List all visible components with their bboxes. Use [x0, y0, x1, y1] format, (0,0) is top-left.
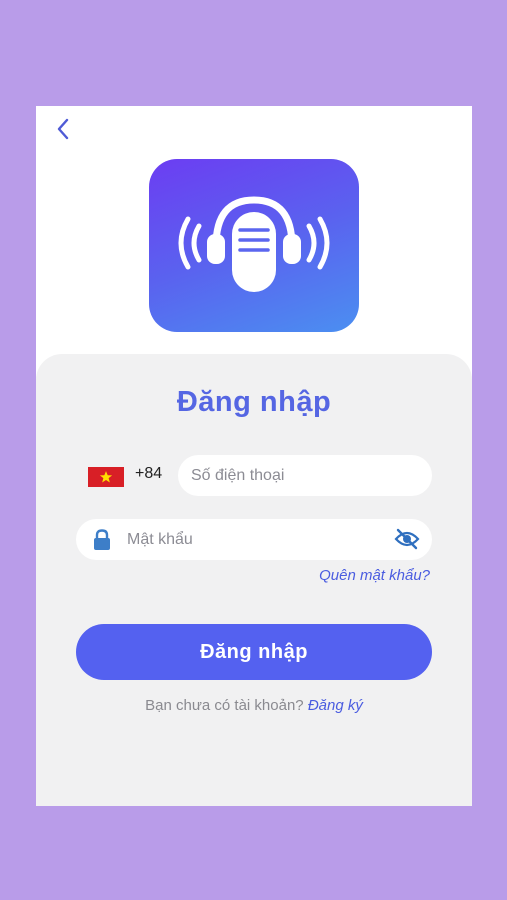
country-code[interactable]: +84: [135, 465, 162, 483]
no-account-text: Bạn chưa có tài khoản?: [145, 697, 304, 714]
password-placeholder: Mật khẩu: [127, 530, 193, 548]
phone-number-input[interactable]: Số điện thoại: [178, 455, 432, 496]
signup-link[interactable]: Đăng ký: [308, 697, 363, 714]
login-card: Đăng nhập +84 Số điện thoại Mật khẩu Quê…: [36, 354, 472, 806]
lock-icon: [94, 528, 110, 550]
login-screen: Đăng nhập +84 Số điện thoại Mật khẩu Quê…: [36, 106, 472, 806]
app-logo: [149, 159, 359, 332]
eye-off-icon[interactable]: [394, 528, 420, 550]
signup-prompt: Bạn chưa có tài khoản? Đăng ký: [36, 697, 472, 714]
password-input[interactable]: Mật khẩu: [76, 519, 432, 560]
page-title: Đăng nhập: [176, 386, 332, 418]
vietnam-flag-icon[interactable]: [88, 467, 124, 487]
chevron-left-icon: [57, 118, 69, 140]
login-button[interactable]: Đăng nhập: [76, 624, 432, 680]
headphones-microphone-icon: [178, 195, 330, 292]
star-icon: [99, 471, 113, 483]
forgot-password-link[interactable]: Quên mật khẩu?: [319, 567, 430, 584]
back-button[interactable]: [50, 114, 76, 144]
phone-placeholder: Số điện thoại: [191, 466, 285, 484]
